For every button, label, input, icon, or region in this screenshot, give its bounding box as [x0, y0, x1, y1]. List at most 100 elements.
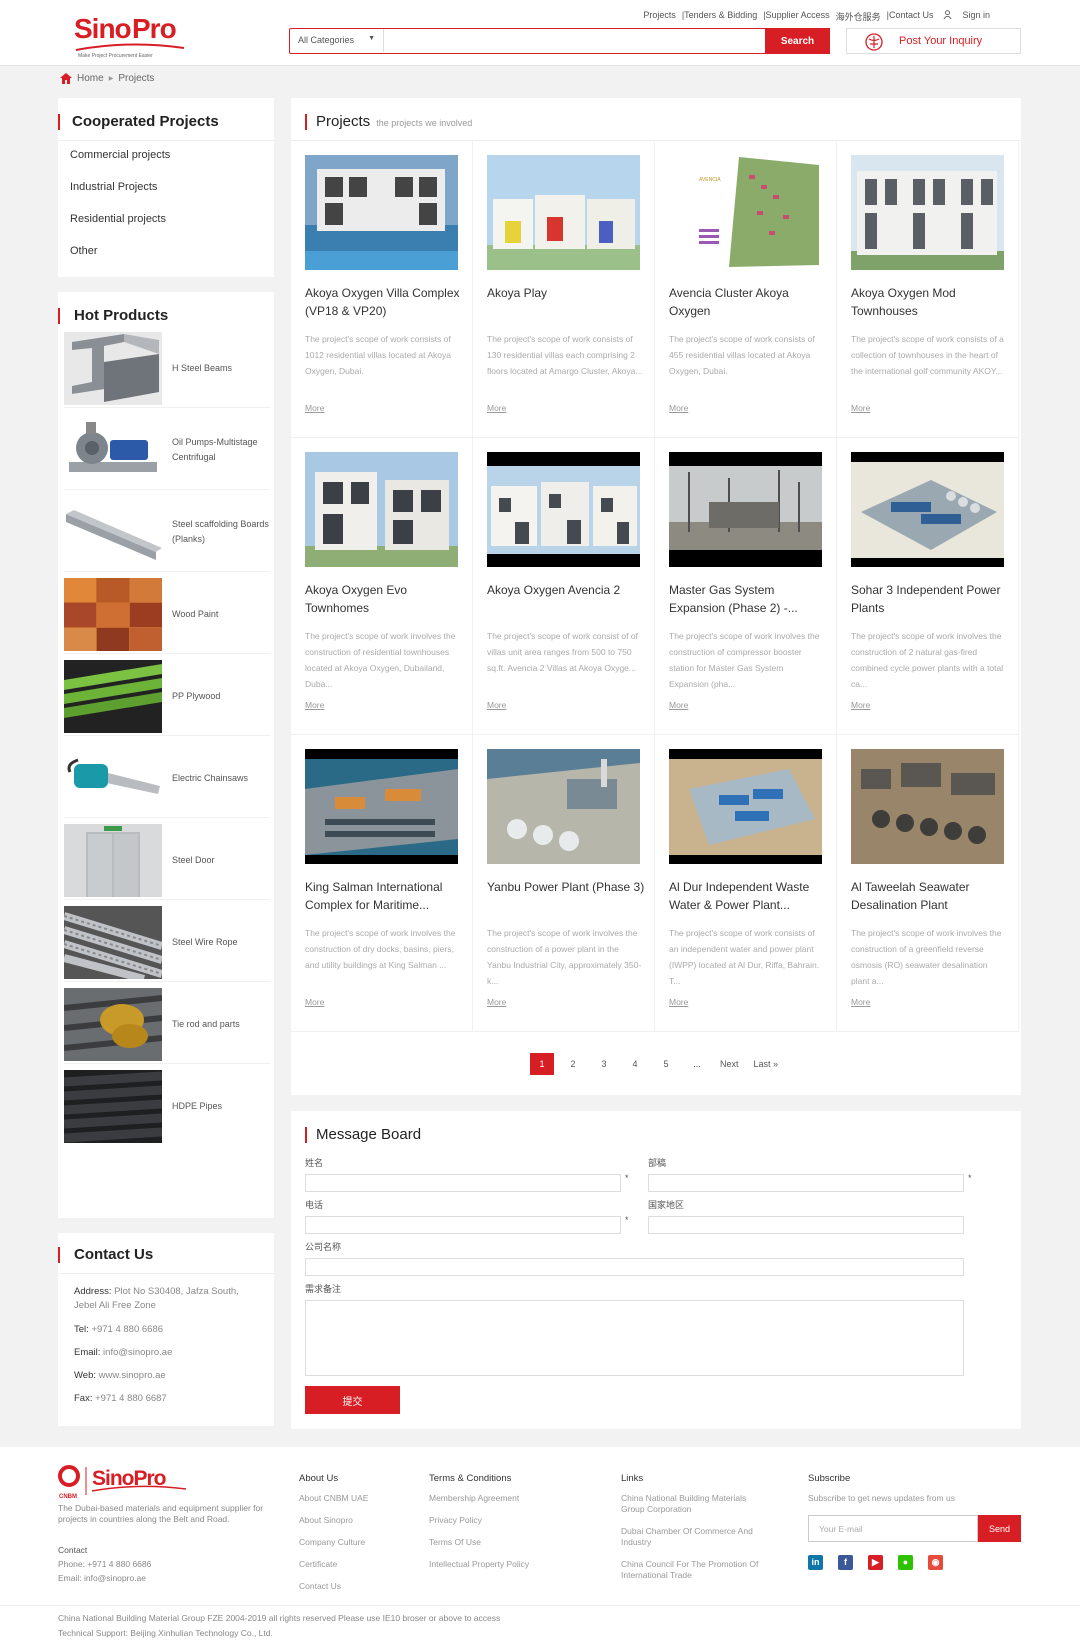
- sinopro-logo[interactable]: Sino Pro Make Project Procurement Easier: [72, 8, 192, 62]
- product-item[interactable]: Electric Chainsaws: [64, 738, 270, 818]
- signin-link[interactable]: Sign in: [962, 10, 990, 23]
- footer-link[interactable]: Company Culture: [299, 1537, 368, 1548]
- product-item[interactable]: H Steel Beams: [64, 328, 270, 408]
- more-link[interactable]: More: [669, 997, 688, 1007]
- facebook-icon[interactable]: f: [838, 1555, 853, 1570]
- footer-email[interactable]: Email: info@sinopro.ae: [58, 1571, 151, 1585]
- king-salman-image[interactable]: [305, 749, 458, 864]
- footer-link[interactable]: Contact Us: [299, 1581, 368, 1592]
- nav-projects[interactable]: Projects: [643, 10, 676, 23]
- more-link[interactable]: More: [851, 997, 870, 1007]
- company-field[interactable]: [305, 1258, 964, 1276]
- page-4[interactable]: 4: [623, 1053, 647, 1075]
- project-card[interactable]: Akoya Oxygen Avencia 2 The project's scop…: [473, 438, 655, 735]
- sidebar-item-residential[interactable]: Residential projects: [70, 212, 170, 244]
- more-link[interactable]: More: [851, 700, 870, 710]
- web-value[interactable]: www.sinopro.ae: [99, 1370, 166, 1381]
- project-title[interactable]: Akoya Oxygen Avencia 2: [487, 581, 647, 599]
- wechat-icon[interactable]: ●: [898, 1555, 913, 1570]
- subscribe-send-button[interactable]: Send: [978, 1515, 1021, 1542]
- project-card[interactable]: Akoya Oxygen Villa Complex (VP18 & VP20)…: [291, 141, 473, 438]
- search-button[interactable]: Search: [765, 28, 830, 54]
- footer-link[interactable]: Privacy Policy: [429, 1515, 529, 1526]
- email-value[interactable]: info@sinopro.ae: [103, 1347, 172, 1358]
- more-link[interactable]: More: [487, 700, 506, 710]
- youtube-icon[interactable]: ▶: [868, 1555, 883, 1570]
- phone-field[interactable]: [305, 1216, 621, 1234]
- page-5[interactable]: 5: [654, 1053, 678, 1075]
- project-card[interactable]: Al Taweelah Seawater Desalination Plant T…: [837, 735, 1019, 1032]
- footer-link[interactable]: About CNBM UAE: [299, 1493, 368, 1504]
- category-select[interactable]: All Categories ▼: [290, 29, 384, 52]
- product-item[interactable]: PP Plywood: [64, 656, 270, 736]
- mod-townhouses-image[interactable]: [851, 155, 1004, 270]
- project-title[interactable]: Akoya Oxygen Evo Townhomes: [305, 581, 465, 617]
- footer-link[interactable]: Intellectual Property Policy: [429, 1559, 529, 1570]
- linkedin-icon[interactable]: in: [808, 1555, 823, 1570]
- footer-link[interactable]: Membership Agreement: [429, 1493, 529, 1504]
- post-inquiry-button[interactable]: Post Your Inquiry: [846, 28, 1021, 54]
- more-link[interactable]: More: [305, 997, 324, 1007]
- sidebar-item-other[interactable]: Other: [70, 244, 170, 276]
- footer-link[interactable]: China Council For The Promotion Of Inter…: [621, 1559, 771, 1581]
- page-last[interactable]: Last »: [749, 1053, 782, 1075]
- more-link[interactable]: More: [305, 700, 324, 710]
- evo-townhomes-image[interactable]: [305, 452, 458, 567]
- project-title[interactable]: Al Dur Independent Waste Water & Power P…: [669, 878, 829, 914]
- product-item[interactable]: Steel Door: [64, 820, 270, 900]
- footer-logo[interactable]: CNBM SinoPro: [58, 1465, 193, 1501]
- footer-link[interactable]: Terms Of Use: [429, 1537, 529, 1548]
- project-card[interactable]: Master Gas System Expansion (Phase 2) -.…: [655, 438, 837, 735]
- project-title[interactable]: Sohar 3 Independent Power Plants: [851, 581, 1011, 617]
- nav-contact[interactable]: |Contact Us: [887, 10, 934, 23]
- sidebar-item-commercial[interactable]: Commercial projects: [70, 148, 170, 180]
- breadcrumb-home[interactable]: Home: [77, 73, 104, 84]
- nav-tenders[interactable]: |Tenders & Bidding: [682, 10, 757, 23]
- page-1[interactable]: 1: [529, 1053, 554, 1075]
- project-title[interactable]: Al Taweelah Seawater Desalination Plant: [851, 878, 1011, 914]
- footer-link[interactable]: China National Building Materials Group …: [621, 1493, 771, 1515]
- avencia-masterplan-image[interactable]: AVENCIA: [669, 155, 822, 270]
- search-input[interactable]: [386, 31, 746, 50]
- nav-warehouse[interactable]: 海外仓服务: [836, 10, 881, 23]
- footer-link[interactable]: About Sinopro: [299, 1515, 368, 1526]
- notes-textarea[interactable]: [305, 1300, 964, 1376]
- more-link[interactable]: More: [487, 403, 506, 413]
- more-link[interactable]: More: [669, 403, 688, 413]
- project-title[interactable]: Akoya Play: [487, 284, 647, 302]
- name-field[interactable]: [305, 1174, 621, 1192]
- project-card[interactable]: King Salman International Complex for Ma…: [291, 735, 473, 1032]
- akoya-villa-image[interactable]: [305, 155, 458, 270]
- project-card[interactable]: Akoya Oxygen Evo Townhomes The project's …: [291, 438, 473, 735]
- project-card[interactable]: Akoya Play The project's scope of work co…: [473, 141, 655, 438]
- page-3[interactable]: 3: [592, 1053, 616, 1075]
- product-item[interactable]: Wood Paint: [64, 574, 270, 654]
- page-2[interactable]: 2: [561, 1053, 585, 1075]
- sohar-plant-image[interactable]: [851, 452, 1004, 567]
- project-card[interactable]: Yanbu Power Plant (Phase 3) The project's…: [473, 735, 655, 1032]
- project-title[interactable]: King Salman International Complex for Ma…: [305, 878, 465, 914]
- avencia2-image[interactable]: [487, 452, 640, 567]
- project-title[interactable]: Akoya Oxygen Mod Townhouses: [851, 284, 1011, 320]
- more-link[interactable]: More: [305, 403, 324, 413]
- akoya-play-image[interactable]: [487, 155, 640, 270]
- nav-supplier[interactable]: |Supplier Access: [763, 10, 829, 23]
- more-link[interactable]: More: [487, 997, 506, 1007]
- project-card[interactable]: Akoya Oxygen Mod Townhouses The project's…: [837, 141, 1019, 438]
- subscribe-email-input[interactable]: Your E-mail: [808, 1515, 978, 1542]
- project-card[interactable]: Sohar 3 Independent Power Plants The proj…: [837, 438, 1019, 735]
- gas-system-image[interactable]: [669, 452, 822, 567]
- project-title[interactable]: Akoya Oxygen Villa Complex (VP18 & VP20): [305, 284, 465, 320]
- country-field[interactable]: [648, 1216, 964, 1234]
- page-next[interactable]: Next: [716, 1053, 743, 1075]
- product-item[interactable]: HDPE Pipes: [64, 1066, 270, 1146]
- more-link[interactable]: More: [669, 700, 688, 710]
- taweelah-plant-image[interactable]: [851, 749, 1004, 864]
- department-field[interactable]: [648, 1174, 964, 1192]
- submit-button[interactable]: 提交: [305, 1386, 400, 1414]
- project-title[interactable]: Avencia Cluster Akoya Oxygen: [669, 284, 829, 320]
- project-title[interactable]: Master Gas System Expansion (Phase 2) -.…: [669, 581, 829, 617]
- sidebar-item-industrial[interactable]: Industrial Projects: [70, 180, 170, 212]
- project-title[interactable]: Yanbu Power Plant (Phase 3): [487, 878, 647, 896]
- product-item[interactable]: Steel Wire Rope: [64, 902, 270, 982]
